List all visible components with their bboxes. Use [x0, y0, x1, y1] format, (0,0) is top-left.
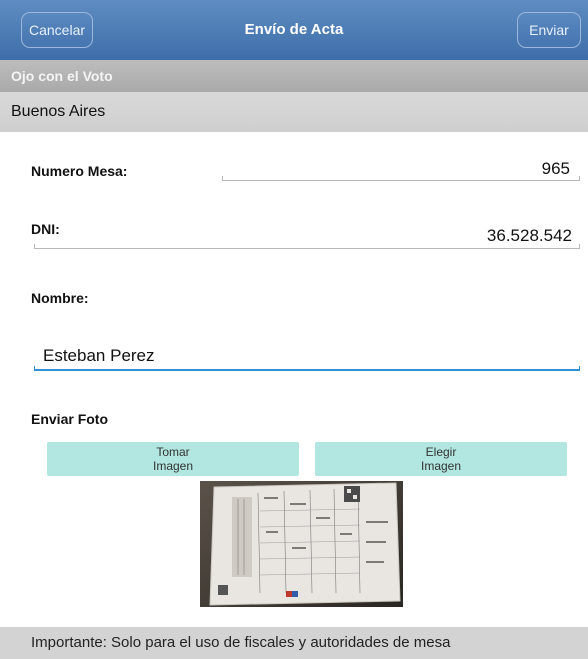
dni-input[interactable]: 36.528.542: [34, 218, 580, 252]
choose-photo-button[interactable]: Elegir Imagen: [315, 442, 567, 476]
mesa-label: Numero Mesa:: [31, 163, 128, 179]
take-photo-line2: Imagen: [152, 459, 194, 473]
take-photo-line1: Tomar: [156, 445, 190, 459]
nombre-label: Nombre:: [31, 290, 89, 306]
send-button[interactable]: Enviar: [517, 12, 581, 48]
page-title: Envío de Acta: [244, 21, 344, 38]
document-photo-image: [200, 481, 403, 607]
choose-photo-line1: Elegir: [425, 445, 457, 459]
organization-bar: Ojo con el Voto: [0, 60, 588, 92]
dni-value: 36.528.542: [486, 226, 572, 245]
take-photo-button[interactable]: Tomar Imagen: [47, 442, 299, 476]
dni-underline: [34, 244, 580, 249]
top-bar: Cancelar Envío de Acta Enviar: [0, 0, 588, 60]
choose-photo-line2: Imagen: [420, 459, 462, 473]
nombre-value: Esteban Perez: [43, 346, 155, 365]
footer-notice: Importante: Solo para el uso de fiscales…: [0, 627, 588, 659]
foto-label: Enviar Foto: [31, 411, 109, 427]
document-photo-preview: [200, 481, 403, 607]
region-bar: Buenos Aires: [0, 92, 588, 132]
nombre-input[interactable]: Esteban Perez: [34, 338, 580, 374]
nombre-underline: [34, 366, 580, 371]
mesa-underline: [222, 176, 580, 181]
mesa-input[interactable]: 965: [222, 150, 580, 186]
